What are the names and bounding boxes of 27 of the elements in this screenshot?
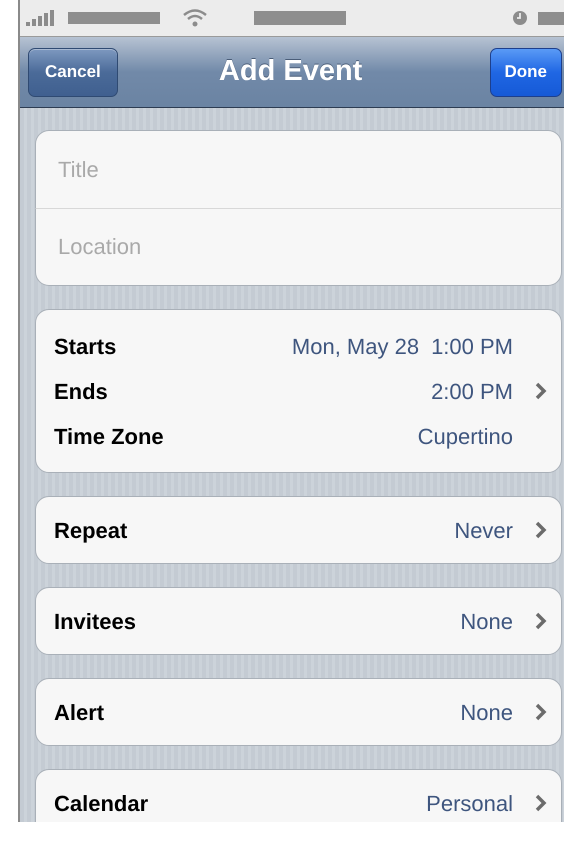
settings-row[interactable]: Repeat Never: [35, 496, 562, 564]
row-value: None: [460, 608, 513, 636]
row-value: Never: [454, 516, 513, 544]
row-label: Starts: [54, 332, 116, 360]
nav-title: Add Event: [218, 54, 362, 90]
settings-row[interactable]: Alert None: [35, 678, 562, 746]
settings-row[interactable]: Calendar Personal: [35, 769, 562, 822]
row-label: Ends: [54, 378, 108, 406]
row-value: None: [460, 698, 513, 726]
row-value: Personal: [426, 790, 513, 818]
row-value: 1:00 PM: [431, 332, 513, 360]
text-field[interactable]: Location: [35, 208, 562, 286]
row-label: Repeat: [54, 516, 128, 545]
wifi-icon: [182, 8, 208, 28]
row-label: Calendar: [54, 790, 148, 818]
clock-icon: [512, 10, 528, 26]
text-field[interactable]: Title: [35, 130, 562, 208]
row-value: Mon, May 28: [292, 332, 420, 361]
row-label: Invitees: [54, 608, 136, 636]
row-value: 2:00 PM: [431, 378, 513, 406]
row-label: Time Zone: [54, 422, 164, 450]
settings-row[interactable]: Invitees None: [35, 587, 562, 655]
row-label: Alert: [54, 698, 104, 726]
cancel-button[interactable]: Cancel: [28, 48, 118, 96]
row-value: Cupertino: [418, 422, 513, 451]
done-button[interactable]: Done: [490, 48, 562, 96]
time-group[interactable]: Starts Mon, May 28 1:00 PM Ends 2:00 PM Time Zone Cupertino: [35, 309, 562, 473]
